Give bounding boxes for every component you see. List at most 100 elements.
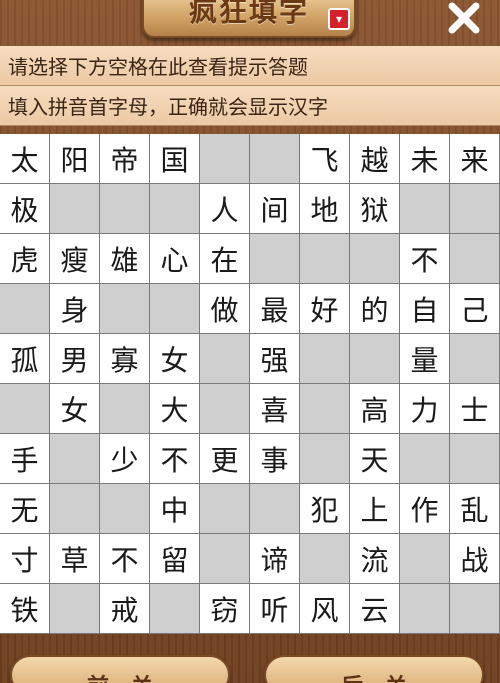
close-button[interactable] <box>440 0 488 42</box>
grid-cell-letter[interactable]: 虎 <box>0 234 50 284</box>
grid-cell-blank <box>400 584 450 634</box>
grid-cell-blank <box>450 434 500 484</box>
grid-cell-letter[interactable]: 在 <box>200 234 250 284</box>
grid-cell-letter[interactable]: 大 <box>150 384 200 434</box>
grid-cell-letter[interactable]: 戒 <box>100 584 150 634</box>
grid-cell-letter[interactable]: 听 <box>250 584 300 634</box>
grid-cell-letter[interactable]: 谛 <box>250 534 300 584</box>
grid-cell-blank <box>0 284 50 334</box>
title-plate: 疯狂填字 ▾ <box>142 0 356 38</box>
grid-cell-blank <box>250 134 300 184</box>
grid-cell-blank <box>400 534 450 584</box>
close-icon <box>448 2 480 34</box>
grid-cell-letter[interactable]: 量 <box>400 334 450 384</box>
grid-cell-letter[interactable]: 高 <box>350 384 400 434</box>
grid-cell-blank <box>50 584 100 634</box>
grid-cell-blank <box>450 334 500 384</box>
grid-cell-letter[interactable]: 最 <box>250 284 300 334</box>
grid-cell-letter[interactable]: 不 <box>400 234 450 284</box>
grid-cell-blank <box>350 234 400 284</box>
grid-cell-letter[interactable]: 士 <box>450 384 500 434</box>
grid-cell-letter[interactable]: 寸 <box>0 534 50 584</box>
grid-cell-letter[interactable]: 不 <box>100 534 150 584</box>
grid-cell-letter[interactable]: 狱 <box>350 184 400 234</box>
grid-cell-blank <box>150 584 200 634</box>
grid-cell-blank <box>350 334 400 384</box>
grid-cell-blank <box>400 184 450 234</box>
grid-cell-letter[interactable]: 力 <box>400 384 450 434</box>
crossword-grid: 太阳帝国飞越未来极人间地狱虎瘦雄心在不身做最好的自己孤男寡女强量女大喜高力士手少… <box>0 134 500 634</box>
grid-cell-letter[interactable]: 天 <box>350 434 400 484</box>
grid-cell-letter[interactable]: 地 <box>300 184 350 234</box>
grid-cell-letter[interactable]: 少 <box>100 434 150 484</box>
grid-cell-letter[interactable]: 风 <box>300 584 350 634</box>
grid-cell-letter[interactable]: 好 <box>300 284 350 334</box>
top-bar: 疯狂填字 ▾ <box>0 0 500 44</box>
grid-cell-blank <box>200 334 250 384</box>
grid-cell-letter[interactable]: 中 <box>150 484 200 534</box>
grid-cell-letter[interactable]: 间 <box>250 184 300 234</box>
grid-cell-letter[interactable]: 无 <box>0 484 50 534</box>
grid-cell-blank <box>300 434 350 484</box>
grid-cell-letter[interactable]: 事 <box>250 434 300 484</box>
grid-cell-blank <box>100 484 150 534</box>
grid-cell-blank <box>450 584 500 634</box>
grid-cell-letter[interactable]: 男 <box>50 334 100 384</box>
grid-cell-letter[interactable]: 太 <box>0 134 50 184</box>
grid-cell-letter[interactable]: 瘦 <box>50 234 100 284</box>
grid-cell-letter[interactable]: 极 <box>0 184 50 234</box>
grid-cell-letter[interactable]: 上 <box>350 484 400 534</box>
grid-cell-blank <box>200 384 250 434</box>
next-level-button[interactable]: 后一关 <box>264 655 484 683</box>
grid-cell-blank <box>300 534 350 584</box>
grid-cell-letter[interactable]: 强 <box>250 334 300 384</box>
grid-cell-letter[interactable]: 自 <box>400 284 450 334</box>
grid-cell-letter[interactable]: 犯 <box>300 484 350 534</box>
grid-cell-letter[interactable]: 心 <box>150 234 200 284</box>
grid-cell-letter[interactable]: 的 <box>350 284 400 334</box>
grid-cell-letter[interactable]: 帝 <box>100 134 150 184</box>
grid-cell-blank <box>300 234 350 284</box>
prev-level-button[interactable]: 前一关 <box>10 655 230 683</box>
grid-cell-letter[interactable]: 更 <box>200 434 250 484</box>
grid-cell-letter[interactable]: 阳 <box>50 134 100 184</box>
grid-cell-letter[interactable]: 不 <box>150 434 200 484</box>
grid-cell-blank <box>250 234 300 284</box>
grid-cell-letter[interactable]: 寡 <box>100 334 150 384</box>
grid-cell-letter[interactable]: 铁 <box>0 584 50 634</box>
grid-cell-letter[interactable]: 身 <box>50 284 100 334</box>
grid-cell-letter[interactable]: 手 <box>0 434 50 484</box>
grid-cell-blank <box>450 184 500 234</box>
grid-cell-letter[interactable]: 做 <box>200 284 250 334</box>
grid-cell-letter[interactable]: 女 <box>50 384 100 434</box>
grid-cell-blank <box>200 484 250 534</box>
grid-cell-letter[interactable]: 己 <box>450 284 500 334</box>
grid-cell-letter[interactable]: 喜 <box>250 384 300 434</box>
game-title: 疯狂填字 <box>188 0 309 28</box>
grid-cell-letter[interactable]: 草 <box>50 534 100 584</box>
grid-cell-letter[interactable]: 雄 <box>100 234 150 284</box>
grid-cell-blank <box>200 534 250 584</box>
grid-cell-letter[interactable]: 飞 <box>300 134 350 184</box>
grid-cell-blank <box>150 184 200 234</box>
grid-cell-letter[interactable]: 作 <box>400 484 450 534</box>
grid-cell-letter[interactable]: 女 <box>150 334 200 384</box>
grid-cell-letter[interactable]: 未 <box>400 134 450 184</box>
grid-cell-letter[interactable]: 国 <box>150 134 200 184</box>
grid-cell-letter[interactable]: 越 <box>350 134 400 184</box>
grid-cell-letter[interactable]: 来 <box>450 134 500 184</box>
grid-cell-letter[interactable]: 人 <box>200 184 250 234</box>
grid-cell-letter[interactable]: 留 <box>150 534 200 584</box>
grid-cell-blank <box>250 484 300 534</box>
grid-cell-letter[interactable]: 流 <box>350 534 400 584</box>
grid-cell-letter[interactable]: 窃 <box>200 584 250 634</box>
grid-cell-letter[interactable]: 乱 <box>450 484 500 534</box>
grid-cell-blank <box>100 284 150 334</box>
grid-cell-letter[interactable]: 战 <box>450 534 500 584</box>
grid-cell-letter[interactable]: 云 <box>350 584 400 634</box>
grid-cell-blank <box>450 234 500 284</box>
grid-cell-blank <box>100 384 150 434</box>
grid-cell-blank <box>400 434 450 484</box>
grid-cell-blank <box>150 284 200 334</box>
grid-cell-letter[interactable]: 孤 <box>0 334 50 384</box>
